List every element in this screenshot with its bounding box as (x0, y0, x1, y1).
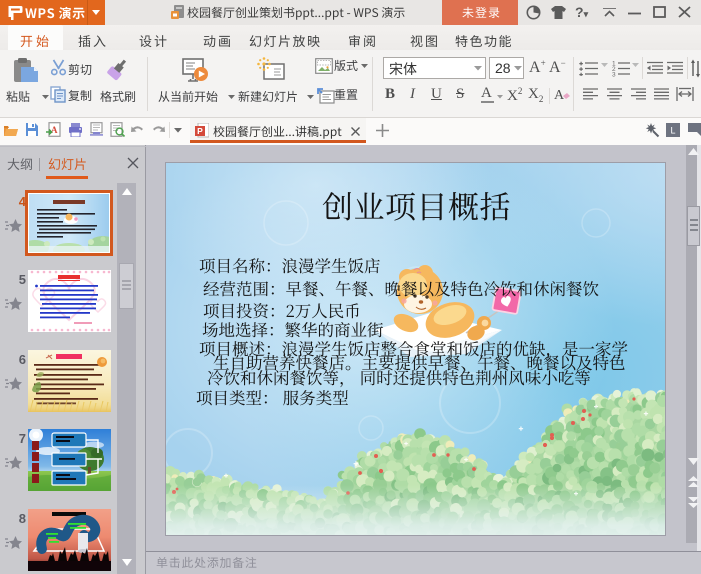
svg-text:3: 3 (612, 72, 616, 78)
svg-text:A: A (51, 125, 58, 135)
svg-text:P: P (197, 126, 203, 136)
svg-text:L: L (670, 126, 675, 136)
svg-text:A: A (554, 88, 565, 103)
